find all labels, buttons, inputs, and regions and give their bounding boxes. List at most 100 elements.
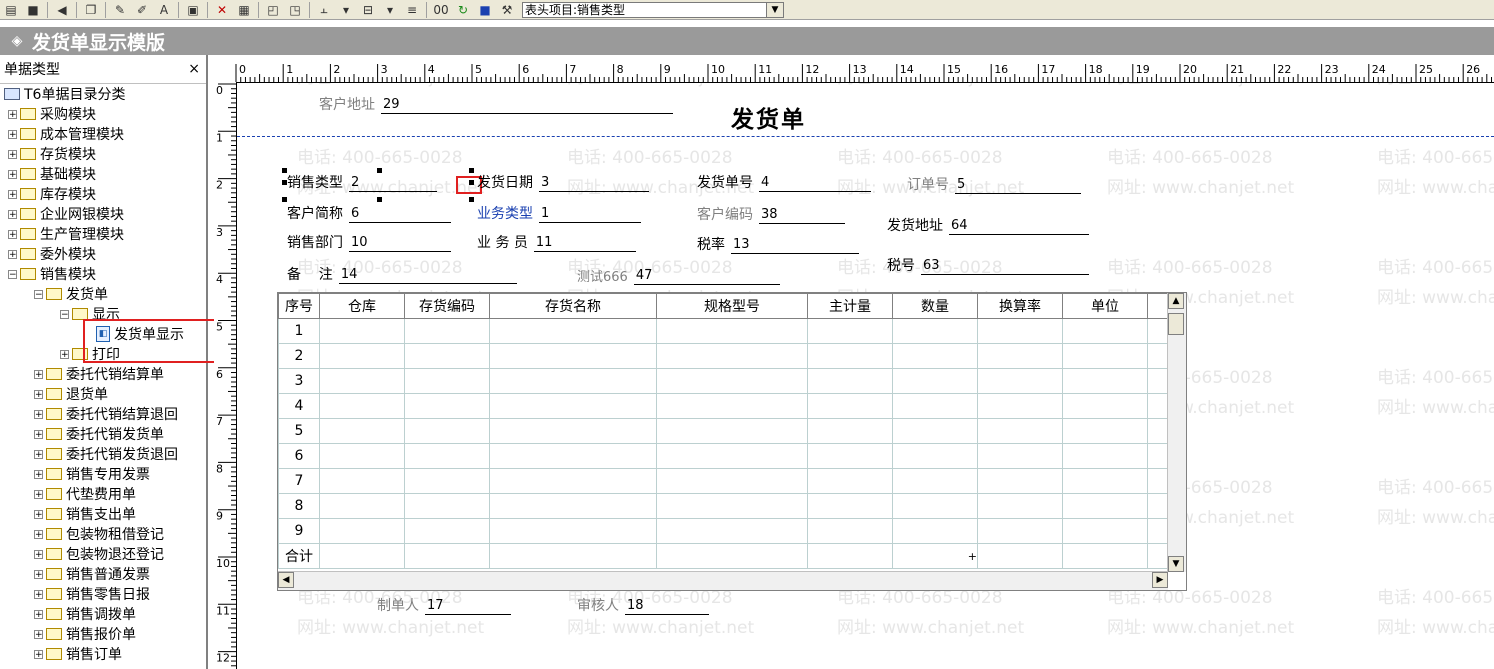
grid-cell[interactable] — [404, 543, 490, 569]
field-remark[interactable]: 备 注 14 — [287, 264, 517, 284]
collapse-icon[interactable]: − — [60, 309, 69, 319]
field-customer-short[interactable]: 客户简称 6 — [287, 203, 451, 223]
grid-cell[interactable] — [977, 318, 1063, 344]
tree-item-sales-doc[interactable]: + 销售调拨单 — [0, 604, 206, 624]
grid-cell[interactable] — [656, 443, 808, 469]
grid-column-header[interactable]: 存货编码 — [404, 293, 490, 319]
tree-item-sales-doc[interactable]: + 销售零售日报 — [0, 584, 206, 604]
grid-column-header[interactable]: 单位 — [1062, 293, 1148, 319]
selection-handle[interactable] — [469, 197, 474, 202]
grid-column-header[interactable]: 仓库 — [319, 293, 405, 319]
grid-cell[interactable] — [807, 543, 893, 569]
detail-grid[interactable]: 序号 仓库 存货编码 存货名称 规格型号 主计量 数量 换算率 单位 1 2 3 4 5 6 7 8 9 合计 + ▲… — [277, 292, 1187, 591]
scroll-left-icon[interactable]: ◀ — [278, 572, 294, 588]
expand-icon[interactable]: + — [8, 169, 17, 179]
grid-column-header[interactable]: 换算率 — [977, 293, 1063, 319]
expand-icon[interactable]: + — [34, 429, 43, 439]
field-sale-type[interactable]: 销售类型 2 — [287, 172, 437, 192]
expand-icon[interactable]: + — [34, 449, 43, 459]
grid-cell[interactable] — [807, 443, 893, 469]
grid-column-header[interactable]: 规格型号 — [656, 293, 808, 319]
expand-icon[interactable]: + — [34, 409, 43, 419]
grid-cell[interactable] — [319, 468, 405, 494]
table-row[interactable]: 8 — [278, 493, 1175, 519]
grid-cell[interactable] — [489, 318, 657, 344]
expand-icon[interactable]: + — [8, 249, 17, 259]
expand-icon[interactable]: + — [34, 649, 43, 659]
grid-cell[interactable] — [319, 368, 405, 394]
expand-icon[interactable]: + — [60, 349, 69, 359]
tree-item-sales-doc[interactable]: + 销售报价单 — [0, 624, 206, 644]
grid-cell[interactable] — [1062, 418, 1148, 444]
tree-item-sales-doc[interactable]: + 销售专用发票 — [0, 464, 206, 484]
grid-cell[interactable] — [977, 468, 1063, 494]
tree-item-sales-doc[interactable]: + 包装物退还登记 — [0, 544, 206, 564]
tree-item-module[interactable]: + 存货模块 — [0, 144, 206, 164]
grid-cell[interactable]: + — [892, 543, 978, 569]
grid-cell[interactable] — [404, 443, 490, 469]
tree-item-module[interactable]: + 生产管理模块 — [0, 224, 206, 244]
grid-cell[interactable] — [489, 543, 657, 569]
grid-cell[interactable] — [1062, 368, 1148, 394]
close-icon[interactable]: × — [188, 61, 200, 77]
grid-cell[interactable] — [656, 518, 808, 544]
expand-icon[interactable]: + — [34, 469, 43, 479]
grid-cell[interactable] — [807, 343, 893, 369]
tree-item-sales-doc[interactable]: + 包装物租借登记 — [0, 524, 206, 544]
text-icon[interactable]: A — [155, 2, 173, 18]
tree-item-sales-doc[interactable]: + 销售订单 — [0, 644, 206, 664]
tree-item-fahuo[interactable]: − 发货单 — [0, 284, 206, 304]
grid-cell[interactable] — [807, 418, 893, 444]
properties-icon[interactable]: ▣ — [184, 2, 202, 18]
grid-cell[interactable] — [977, 443, 1063, 469]
grid-cell[interactable] — [656, 318, 808, 344]
grid-cell[interactable] — [892, 343, 978, 369]
table-row[interactable]: 6 — [278, 443, 1175, 469]
grid-cell[interactable] — [489, 518, 657, 544]
grid-cell[interactable] — [1062, 393, 1148, 419]
grid-cell[interactable] — [489, 468, 657, 494]
grid-total-row[interactable]: 合计 + — [278, 543, 1175, 569]
copy-icon[interactable]: ❐ — [82, 2, 100, 18]
tree-item-sales-doc[interactable]: + 委托代销结算退回 — [0, 404, 206, 424]
glasses-icon[interactable]: 00 — [432, 2, 450, 18]
tree-item-sales-doc[interactable]: + 销售支出单 — [0, 504, 206, 524]
undo-icon[interactable]: ◀ — [53, 2, 71, 18]
field-order-no[interactable]: 订单号 5 — [907, 174, 1081, 194]
grid-cell[interactable] — [656, 543, 808, 569]
expand-icon[interactable]: + — [34, 509, 43, 519]
delete-icon[interactable]: ✕ — [213, 2, 231, 18]
grid-cell[interactable] — [892, 493, 978, 519]
field-ship-date[interactable]: 发货日期 3 — [477, 172, 649, 192]
expand-icon[interactable]: + — [34, 389, 43, 399]
table-row[interactable]: 2 — [278, 343, 1175, 369]
grid-cell[interactable] — [404, 418, 490, 444]
grid-cell[interactable] — [319, 343, 405, 369]
grid-column-header[interactable]: 存货名称 — [489, 293, 657, 319]
grid-cell[interactable] — [489, 343, 657, 369]
grid-cell[interactable] — [319, 443, 405, 469]
grid-cell[interactable] — [892, 468, 978, 494]
tree-item-sales-doc[interactable]: + 委托代销发货退回 — [0, 444, 206, 464]
grid-column-header[interactable]: 主计量 — [807, 293, 893, 319]
grid-cell[interactable] — [319, 493, 405, 519]
page-icon[interactable]: ▤ — [2, 2, 20, 18]
selection-handle[interactable] — [282, 197, 287, 202]
collapse-icon[interactable]: − — [34, 289, 43, 299]
tool-icon[interactable]: ⚒ — [498, 2, 516, 18]
field-sales-dept[interactable]: 销售部门 10 — [287, 232, 451, 252]
field-ship-address[interactable]: 发货地址 64 — [887, 215, 1089, 235]
refresh-icon[interactable]: ↻ — [454, 2, 472, 18]
expand-icon[interactable]: + — [8, 189, 17, 199]
expand-icon[interactable]: + — [8, 109, 17, 119]
grid-cell[interactable] — [892, 518, 978, 544]
table-row[interactable]: 5 — [278, 418, 1175, 444]
expand-icon[interactable]: + — [8, 209, 17, 219]
grid-cell[interactable] — [977, 518, 1063, 544]
expand-icon[interactable]: + — [34, 609, 43, 619]
tree-item-module[interactable]: + 库存模块 — [0, 184, 206, 204]
scroll-thumb[interactable] — [1168, 313, 1184, 335]
table-row[interactable]: 3 — [278, 368, 1175, 394]
align-icon[interactable]: ⫠ — [315, 2, 333, 18]
grid-cell[interactable] — [892, 368, 978, 394]
